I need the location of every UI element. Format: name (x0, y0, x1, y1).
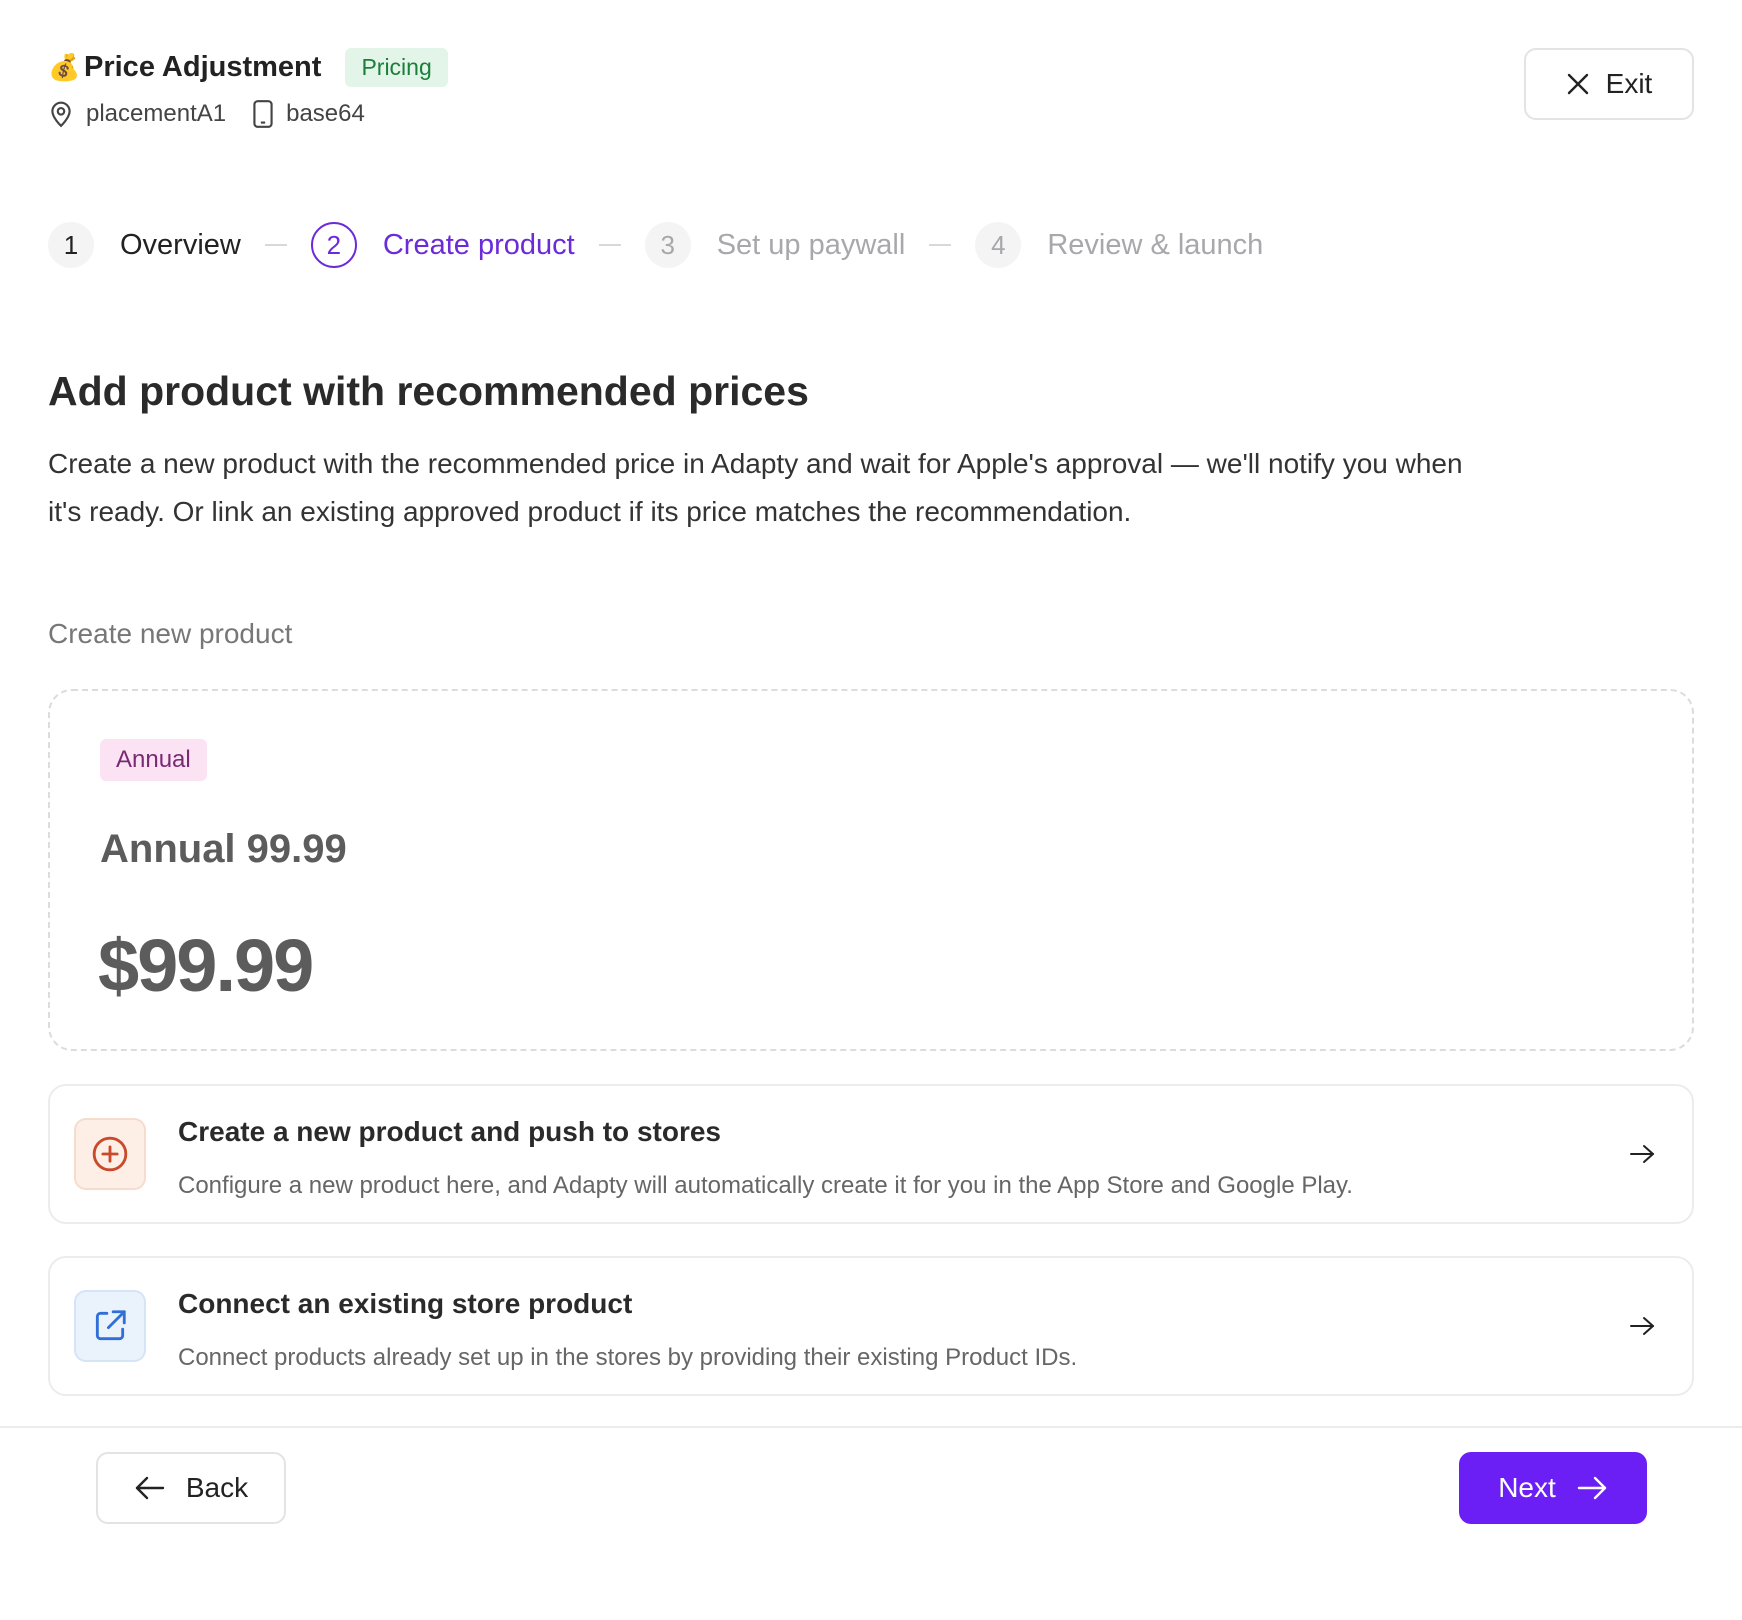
step-separator (598, 244, 621, 246)
option-title: Create a new product and push to stores (178, 1116, 721, 1147)
option-description: Connect products already set up in the s… (178, 1344, 1078, 1371)
period-tag: Annual (100, 739, 207, 781)
section-description: Create a new product with the recommende… (48, 448, 1463, 527)
step-label: Overview (120, 228, 241, 261)
step-review-launch[interactable]: 4 Review & launch (975, 222, 1263, 268)
recommended-product-card: Annual Annual 99.99 $99.99 (48, 689, 1694, 1051)
step-separator (929, 244, 952, 246)
option-icon-box (74, 1290, 146, 1362)
device-label: base64 (286, 100, 365, 127)
step-number: 4 (975, 222, 1022, 268)
plus-circle-icon (92, 1136, 128, 1172)
step-separator (264, 244, 287, 246)
phone-icon (253, 100, 273, 128)
external-link-icon (95, 1310, 126, 1341)
step-overview[interactable]: 1 Overview (48, 222, 241, 268)
exit-button[interactable]: Exit (1524, 48, 1694, 120)
arrow-right-icon (1577, 1476, 1606, 1500)
title-row: 💰 Price Adjustment Pricing (48, 44, 1694, 90)
location-pin-icon (51, 101, 71, 128)
exit-label: Exit (1605, 68, 1653, 99)
step-label: Review & launch (1047, 228, 1264, 261)
option-icon-box (74, 1118, 146, 1190)
meta-row: placementA1 base64 (48, 94, 1694, 134)
next-label: Next (1498, 1472, 1556, 1503)
option-description: Configure a new product here, and Adapty… (178, 1172, 1353, 1199)
page-title-label: Price Adjustment (84, 50, 322, 83)
connect-existing-product-option[interactable]: Connect an existing store product Connec… (48, 1256, 1694, 1396)
wizard-stepper: 1 Overview 2 Create product 3 Set up pay… (48, 222, 1263, 268)
device-info: base64 (252, 99, 365, 129)
pricing-badge: Pricing (345, 47, 448, 87)
placement-info: placementA1 (48, 100, 226, 128)
product-name: Annual 99.99 (100, 827, 347, 871)
next-button[interactable]: Next (1459, 1452, 1647, 1524)
create-new-product-label: Create new product (48, 618, 293, 649)
step-label: Set up paywall (716, 228, 906, 261)
arrow-right-icon (1630, 1145, 1654, 1163)
placement-label: placementA1 (86, 100, 227, 127)
step-number: 2 (310, 222, 357, 268)
step-number: 1 (48, 222, 94, 268)
create-new-product-option[interactable]: Create a new product and push to stores … (48, 1084, 1694, 1224)
back-label: Back (185, 1472, 249, 1503)
back-button[interactable]: Back (96, 1452, 286, 1524)
option-title: Connect an existing store product (178, 1288, 633, 1319)
step-label: Create product (382, 228, 575, 261)
arrow-right-icon (1630, 1317, 1654, 1335)
product-price: $99.99 (98, 924, 314, 1007)
close-icon (1567, 73, 1588, 95)
page-header: 💰 Price Adjustment Pricing placementA1 b… (48, 44, 1694, 134)
footer-divider (0, 1426, 1742, 1428)
money-bag-icon: 💰 (48, 52, 81, 82)
section-heading: Add product with recommended prices (48, 368, 809, 414)
step-number: 3 (644, 222, 691, 268)
arrow-left-icon (135, 1476, 165, 1500)
step-set-up-paywall[interactable]: 3 Set up paywall (644, 222, 906, 268)
step-create-product[interactable]: 2 Create product (310, 222, 575, 268)
